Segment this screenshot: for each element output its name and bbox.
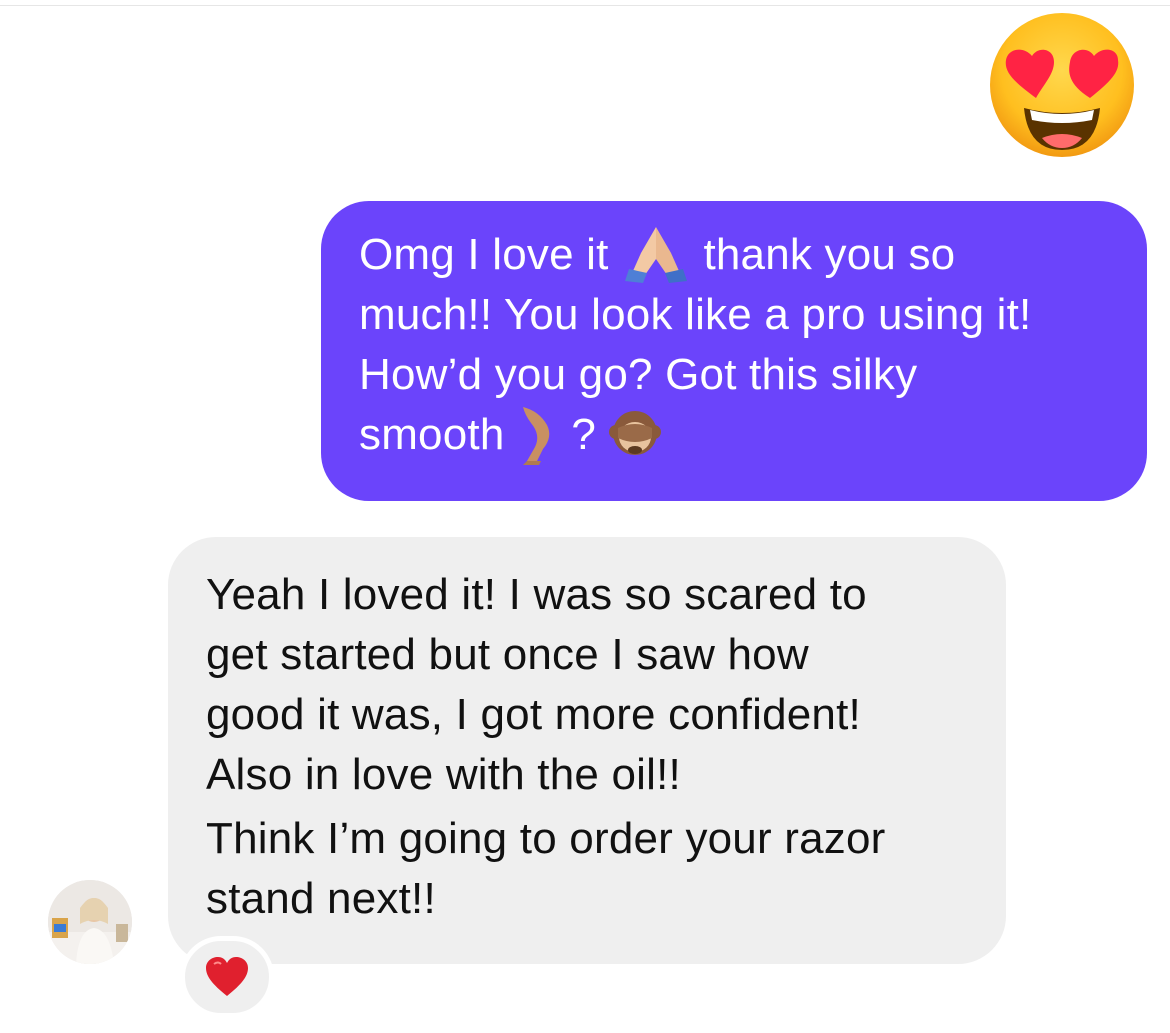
avatar[interactable]: [48, 880, 132, 964]
message-line: much!! You look like a pro using it!: [359, 290, 1032, 339]
reaction-badge[interactable]: [180, 936, 274, 1018]
red-heart-icon: [206, 957, 248, 996]
message-line: How’d you go? Got this silky: [359, 350, 918, 399]
message-line: Think I’m going to order your razor: [206, 814, 886, 863]
chat-thread: Omg I love it thank you so much!! You lo…: [0, 0, 1170, 1033]
message-line: good it was, I got more confident!: [206, 690, 861, 739]
heart-eyes-emoji-icon[interactable]: [986, 10, 1138, 160]
sent-message-bubble[interactable]: Omg I love it thank you so much!! You lo…: [321, 201, 1147, 501]
folded-hands-icon: [621, 223, 691, 284]
message-line: smooth ?: [359, 405, 1117, 466]
see-no-evil-monkey-icon: [608, 406, 662, 460]
top-divider: [0, 5, 1170, 6]
message-line: get started but once I saw how: [206, 630, 809, 679]
received-message-bubble[interactable]: Yeah I loved it! I was so scared to get …: [168, 537, 1006, 964]
message-line: stand next!!: [206, 874, 436, 923]
message-line: Omg I love it thank you so: [359, 225, 1117, 285]
message-line: Yeah I loved it! I was so scared to: [206, 570, 867, 619]
leg-icon: [517, 405, 559, 466]
message-line: Also in love with the oil!!: [206, 750, 681, 799]
